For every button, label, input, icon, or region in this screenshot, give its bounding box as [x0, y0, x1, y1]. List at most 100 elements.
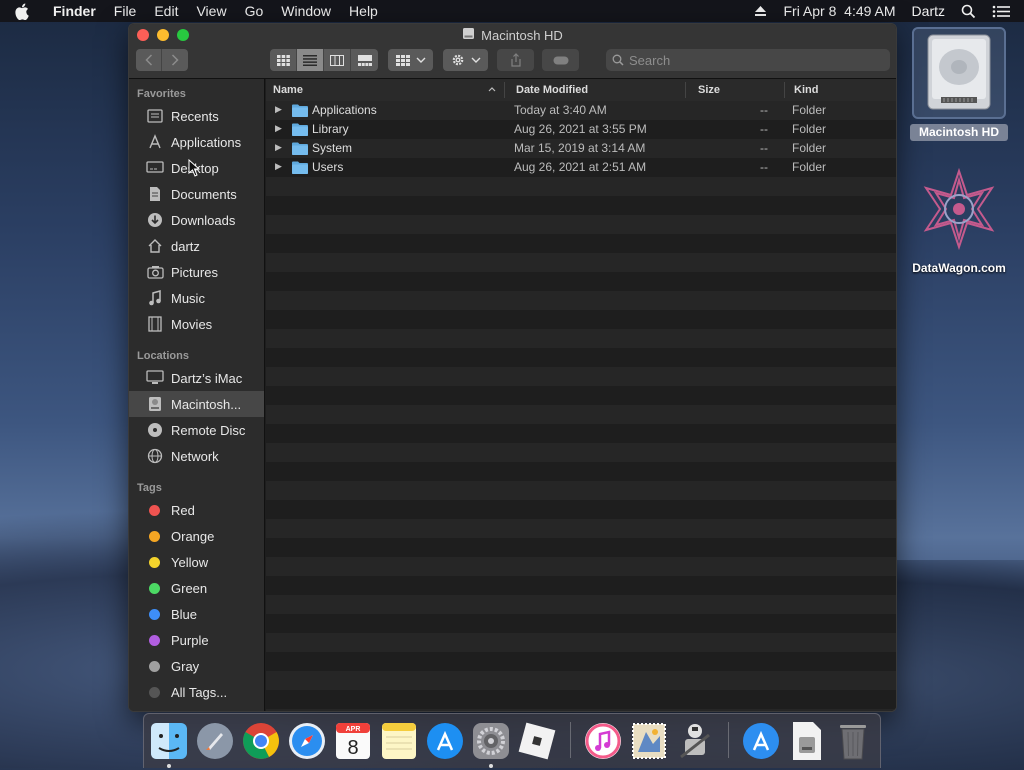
- column-size[interactable]: Size: [698, 84, 720, 96]
- sidebar-tag-orange[interactable]: Orange: [129, 523, 264, 549]
- column-view-button[interactable]: [324, 49, 351, 71]
- menu-help[interactable]: Help: [340, 3, 387, 19]
- list-view-button[interactable]: [297, 49, 324, 71]
- column-name[interactable]: Name: [273, 84, 303, 96]
- sidebar-item-label: Music: [171, 290, 205, 306]
- column-divider[interactable]: [504, 82, 505, 98]
- sidebar-item-documents[interactable]: Documents: [129, 181, 264, 207]
- sidebar-item-network[interactable]: Network: [129, 443, 264, 469]
- dock-chrome-icon[interactable]: [240, 720, 282, 762]
- dock-safari-icon[interactable]: [286, 720, 328, 762]
- sidebar-item-applications[interactable]: Applications: [129, 129, 264, 155]
- menu-view[interactable]: View: [187, 3, 235, 19]
- music-note-icon: [145, 289, 165, 307]
- star-logo-icon: [923, 167, 995, 251]
- sort-chevron-up-icon[interactable]: [488, 87, 496, 92]
- menu-window[interactable]: Window: [272, 3, 340, 19]
- mouse-cursor-icon: [188, 158, 201, 182]
- disclosure-triangle-icon[interactable]: ▶: [275, 123, 282, 134]
- table-row[interactable]: ▶ System Mar 15, 2019 at 3:14 AM -- Fold…: [266, 139, 896, 158]
- sidebar-item-label: Blue: [171, 606, 198, 622]
- dock-mail-stamp-icon[interactable]: [628, 720, 670, 762]
- sidebar-tag-yellow[interactable]: Yellow: [129, 549, 264, 575]
- folder-icon: [292, 161, 308, 177]
- dock-automator-icon[interactable]: [674, 720, 716, 762]
- back-button[interactable]: [136, 49, 162, 71]
- disclosure-triangle-icon[interactable]: ▶: [275, 161, 282, 172]
- running-indicator: [489, 764, 493, 768]
- sidebar-item-pictures[interactable]: Pictures: [129, 259, 264, 285]
- table-row[interactable]: ▶ Users Aug 26, 2021 at 2:51 AM -- Folde…: [266, 158, 896, 177]
- action-button[interactable]: [443, 49, 488, 71]
- sidebar-item-macintosh-hd[interactable]: Macintosh...: [129, 391, 264, 417]
- menu-file[interactable]: File: [105, 3, 146, 19]
- desktop-datawagon-label[interactable]: DataWagon.com: [900, 261, 1018, 275]
- sidebar-item-imac[interactable]: Dartz’s iMac: [129, 365, 264, 391]
- forward-button[interactable]: [162, 49, 188, 71]
- table-row[interactable]: ▶ Applications Today at 3:40 AM -- Folde…: [266, 101, 896, 120]
- sidebar-tag-green[interactable]: Green: [129, 575, 264, 601]
- user-menu[interactable]: Dartz: [904, 3, 953, 19]
- column-date-modified[interactable]: Date Modified: [516, 84, 588, 96]
- sidebar-item-dartz[interactable]: dartz: [129, 233, 264, 259]
- sidebar-tag-gray[interactable]: Gray: [129, 653, 264, 679]
- dock-app-store-icon[interactable]: [424, 720, 466, 762]
- apple-menu-icon[interactable]: [14, 3, 40, 20]
- dock-roblox-icon[interactable]: [516, 720, 558, 762]
- dock-system-preferences-icon[interactable]: [470, 720, 512, 762]
- table-row[interactable]: ▶ Library Aug 26, 2021 at 3:55 PM -- Fol…: [266, 120, 896, 139]
- disclosure-triangle-icon[interactable]: ▶: [275, 104, 282, 115]
- sidebar-item-recents[interactable]: Recents: [129, 103, 264, 129]
- eject-icon[interactable]: [746, 5, 775, 17]
- desktop-macintosh-hd-label[interactable]: Macintosh HD: [910, 124, 1008, 141]
- column-kind[interactable]: Kind: [794, 84, 818, 96]
- dock-itunes-icon[interactable]: [582, 720, 624, 762]
- dock-app-store-download-icon[interactable]: [740, 720, 782, 762]
- calendar-month-text: APR: [345, 726, 361, 733]
- menu-edit[interactable]: Edit: [145, 3, 187, 19]
- file-kind: Folder: [792, 103, 827, 117]
- sidebar-tag-red[interactable]: Red: [129, 497, 264, 523]
- camera-icon: [145, 263, 165, 281]
- dock-launchpad-icon[interactable]: [194, 720, 236, 762]
- sidebar-item-label: Pictures: [171, 264, 218, 280]
- imac-icon: [145, 369, 165, 387]
- dock-calendar-icon[interactable]: APR 8: [332, 720, 374, 762]
- edit-tags-button[interactable]: [542, 49, 579, 71]
- icon-view-button[interactable]: [270, 49, 297, 71]
- dock-installer-document-icon[interactable]: [786, 720, 828, 762]
- window-titlebar[interactable]: Macintosh HD Search: [129, 24, 896, 79]
- dock-notes-icon[interactable]: [378, 720, 420, 762]
- gallery-view-button[interactable]: [351, 49, 378, 71]
- sidebar-tag-all[interactable]: All Tags...: [129, 679, 264, 705]
- dock-finder-icon[interactable]: [148, 720, 190, 762]
- desktop-macintosh-hd[interactable]: [912, 27, 1006, 119]
- column-divider[interactable]: [685, 82, 686, 98]
- search-field[interactable]: Search: [606, 49, 890, 71]
- sidebar-tag-blue[interactable]: Blue: [129, 601, 264, 627]
- column-divider[interactable]: [784, 82, 785, 98]
- notification-center-icon[interactable]: [984, 5, 1024, 18]
- menu-go[interactable]: Go: [236, 3, 273, 19]
- sidebar-tag-purple[interactable]: Purple: [129, 627, 264, 653]
- spotlight-search-icon[interactable]: [953, 4, 984, 19]
- sidebar-item-label: Gray: [171, 658, 200, 674]
- group-by-button[interactable]: [388, 49, 433, 71]
- sidebar-item-downloads[interactable]: Downloads: [129, 207, 264, 233]
- gear-icon: [452, 54, 463, 66]
- disclosure-triangle-icon[interactable]: ▶: [275, 142, 282, 153]
- sidebar-item-label: Orange: [171, 528, 215, 544]
- desktop-datawagon-icon[interactable]: [918, 167, 1000, 255]
- sidebar-item-label: Movies: [171, 316, 213, 332]
- dock-trash-icon[interactable]: [832, 720, 874, 762]
- share-button[interactable]: [497, 49, 534, 71]
- sidebar-item-music[interactable]: Music: [129, 285, 264, 311]
- file-name: Users: [312, 160, 344, 174]
- sidebar-item-remote-disc[interactable]: Remote Disc: [129, 417, 264, 443]
- purple-tag-dot: [149, 634, 160, 646]
- sidebar-item-movies[interactable]: Movies: [129, 311, 264, 337]
- file-size: --: [760, 122, 768, 136]
- file-name: Library: [312, 122, 349, 136]
- menu-finder[interactable]: Finder: [40, 3, 105, 19]
- clock-text[interactable]: Fri Apr 8 4:49 AM: [775, 3, 903, 19]
